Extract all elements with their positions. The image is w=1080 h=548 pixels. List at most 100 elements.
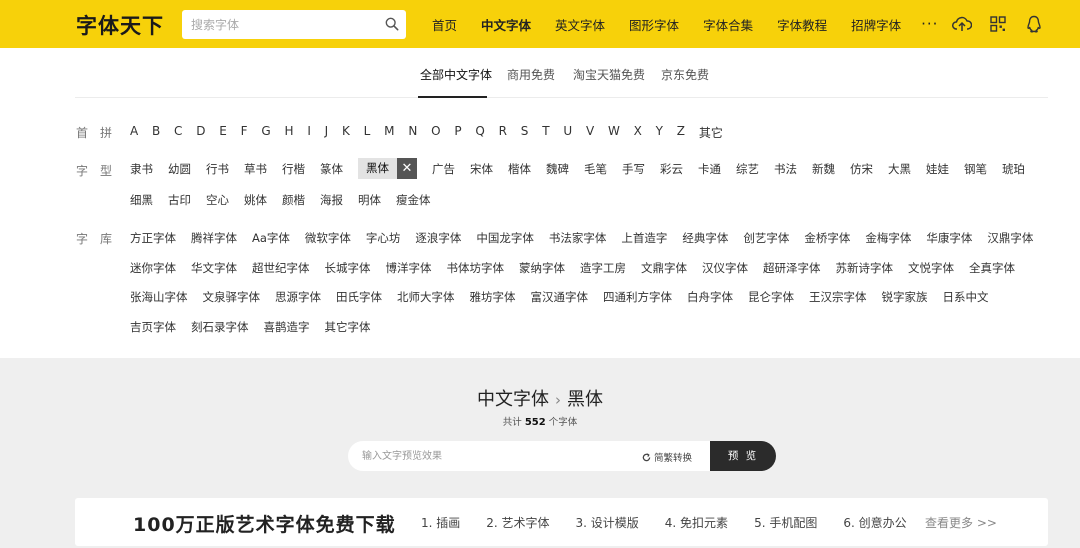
library-tag[interactable]: 文悦字体: [908, 260, 954, 276]
library-tag[interactable]: 长城字体: [325, 260, 371, 276]
library-tag[interactable]: 造字工房: [580, 260, 626, 276]
initial-letter-h[interactable]: H: [284, 124, 293, 141]
library-tag[interactable]: 喜鹊造字: [264, 319, 310, 335]
style-tag[interactable]: 宋体: [470, 161, 493, 177]
library-tag[interactable]: 富汉通字体: [531, 289, 589, 305]
preview-button[interactable]: 预 览: [710, 441, 776, 471]
initial-letter-y[interactable]: Y: [656, 124, 663, 141]
library-tag[interactable]: 字心坊: [366, 230, 401, 246]
site-logo[interactable]: 字体天下: [76, 10, 164, 40]
library-tag[interactable]: 其它字体: [325, 319, 371, 335]
nav-more-button[interactable]: ···: [921, 15, 938, 33]
library-tag[interactable]: 金梅字体: [865, 230, 911, 246]
banner-link[interactable]: 3. 设计模版: [576, 514, 639, 531]
initial-letter-v[interactable]: V: [586, 124, 594, 141]
style-tag[interactable]: 空心: [206, 192, 229, 208]
search-icon[interactable]: [385, 17, 399, 31]
banner-link[interactable]: 2. 艺术字体: [486, 514, 549, 531]
initial-letter-g[interactable]: G: [261, 124, 270, 141]
library-tag[interactable]: 锐字家族: [882, 289, 928, 305]
initial-letter-s[interactable]: S: [521, 124, 529, 141]
library-tag[interactable]: 文泉驿字体: [203, 289, 261, 305]
style-tag[interactable]: 彩云: [660, 161, 683, 177]
library-tag[interactable]: 汉仪字体: [702, 260, 748, 276]
banner-link[interactable]: 1. 插画: [421, 514, 460, 531]
style-tag[interactable]: 古印: [168, 192, 191, 208]
initial-letter-t[interactable]: T: [542, 124, 549, 141]
tab-jd-free[interactable]: 京东免费: [661, 66, 709, 83]
library-tag[interactable]: 昆仑字体: [748, 289, 794, 305]
initial-letter-i[interactable]: I: [307, 124, 311, 141]
banner-link[interactable]: 4. 免扣元素: [665, 514, 728, 531]
initial-letter-f[interactable]: F: [241, 124, 248, 141]
library-tag[interactable]: 腾祥字体: [191, 230, 237, 246]
nav-font-collections[interactable]: 字体合集: [703, 15, 753, 34]
qr-code-icon[interactable]: [988, 14, 1008, 34]
initial-letter-l[interactable]: L: [364, 124, 371, 141]
style-tag[interactable]: 细黑: [130, 192, 153, 208]
style-tag[interactable]: 隶书: [130, 161, 153, 177]
initial-letter-other[interactable]: 其它: [699, 124, 723, 141]
library-tag[interactable]: 上首造字: [621, 230, 667, 246]
library-tag[interactable]: Aa字体: [252, 230, 290, 246]
library-tag[interactable]: 华文字体: [191, 260, 237, 276]
library-tag[interactable]: 书体坊字体: [447, 260, 505, 276]
library-tag[interactable]: 田氏字体: [336, 289, 382, 305]
library-tag[interactable]: 文鼎字体: [641, 260, 687, 276]
style-tag[interactable]: 魏碑: [546, 161, 569, 177]
library-tag[interactable]: 经典字体: [682, 230, 728, 246]
nav-signboard-fonts[interactable]: 招牌字体: [851, 15, 901, 34]
style-tag[interactable]: 毛笔: [584, 161, 607, 177]
library-tag[interactable]: 中国龙字体: [476, 230, 534, 246]
nav-home[interactable]: 首页: [432, 15, 457, 34]
style-tag[interactable]: 海报: [320, 192, 343, 208]
library-tag[interactable]: 金桥字体: [804, 230, 850, 246]
style-tag[interactable]: 草书: [244, 161, 267, 177]
library-tag[interactable]: 方正字体: [130, 230, 176, 246]
initial-letter-b[interactable]: B: [152, 124, 160, 141]
library-tag[interactable]: 华康字体: [926, 230, 972, 246]
style-tag[interactable]: 楷体: [508, 161, 531, 177]
library-tag[interactable]: 迷你字体: [130, 260, 176, 276]
initial-letter-m[interactable]: M: [384, 124, 394, 141]
library-tag[interactable]: 雅坊字体: [470, 289, 516, 305]
library-tag[interactable]: 创艺字体: [743, 230, 789, 246]
breadcrumb-parent[interactable]: 中文字体: [477, 389, 549, 410]
style-tag[interactable]: 篆体: [320, 161, 343, 177]
initial-letter-w[interactable]: W: [608, 124, 620, 141]
initial-letter-e[interactable]: E: [219, 124, 227, 141]
style-tag[interactable]: 卡通: [698, 161, 721, 177]
tab-taobao-tmall-free[interactable]: 淘宝天猫免费: [573, 66, 645, 83]
simplified-traditional-toggle[interactable]: 简繁转换: [642, 450, 692, 464]
initial-letter-n[interactable]: N: [408, 124, 417, 141]
style-tag[interactable]: 钢笔: [964, 161, 987, 177]
initial-letter-j[interactable]: J: [325, 124, 329, 141]
nav-graphic-fonts[interactable]: 图形字体: [629, 15, 679, 34]
library-tag[interactable]: 张海山字体: [130, 289, 188, 305]
tab-commercial-free[interactable]: 商用免费: [507, 66, 555, 83]
library-tag[interactable]: 逐浪字体: [415, 230, 461, 246]
library-tag[interactable]: 全真字体: [969, 260, 1015, 276]
style-tag[interactable]: 新魏: [812, 161, 835, 177]
tab-all-chinese-fonts[interactable]: 全部中文字体: [420, 66, 492, 83]
nav-font-tutorials[interactable]: 字体教程: [777, 15, 827, 34]
library-tag[interactable]: 超世纪字体: [252, 260, 310, 276]
style-tag[interactable]: 仿宋: [850, 161, 873, 177]
library-tag[interactable]: 王汉宗字体: [809, 289, 867, 305]
style-tag[interactable]: 行书: [206, 161, 229, 177]
style-tag[interactable]: 书法: [774, 161, 797, 177]
style-tag[interactable]: 手写: [622, 161, 645, 177]
initial-letter-r[interactable]: R: [499, 124, 507, 141]
style-tag[interactable]: 广告: [432, 161, 455, 177]
library-tag[interactable]: 书法家字体: [549, 230, 607, 246]
banner-link[interactable]: 6. 创意办公: [843, 514, 906, 531]
style-tag[interactable]: 综艺: [736, 161, 759, 177]
library-tag[interactable]: 汉鼎字体: [987, 230, 1033, 246]
preview-text-input[interactable]: [362, 441, 632, 471]
banner-link[interactable]: 5. 手机配图: [754, 514, 817, 531]
library-tag[interactable]: 北师大字体: [397, 289, 455, 305]
library-tag[interactable]: 刻石录字体: [191, 319, 249, 335]
style-tag-selected[interactable]: 黑体 ✕: [358, 158, 417, 179]
style-tag[interactable]: 姚体: [244, 192, 267, 208]
library-tag[interactable]: 蒙纳字体: [519, 260, 565, 276]
